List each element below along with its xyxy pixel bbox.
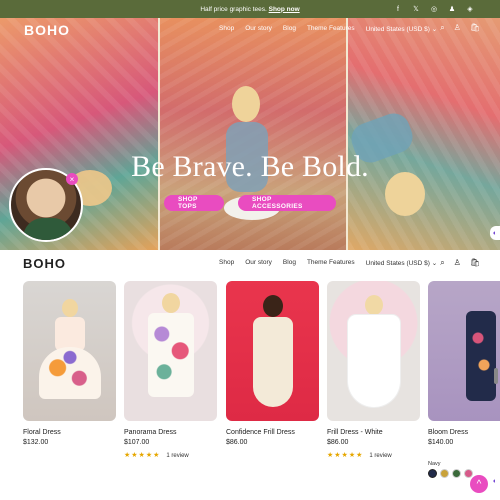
swatch-navy[interactable] bbox=[428, 469, 437, 478]
product-card[interactable]: Confidence Frill Dress $86.00 bbox=[226, 281, 319, 446]
nav-our-story[interactable]: Our story bbox=[245, 25, 272, 33]
star-rating: ★★★★★ bbox=[124, 452, 161, 459]
scrollbar[interactable] bbox=[494, 368, 498, 384]
product-price: $140.00 bbox=[428, 439, 454, 446]
model-dress bbox=[38, 347, 101, 399]
tiktok-icon[interactable]: ◈ bbox=[466, 5, 474, 13]
product-name[interactable]: Panorama Dress bbox=[124, 429, 177, 436]
x-icon[interactable]: 𝕏 bbox=[412, 5, 420, 13]
product-rating: ★★★★★ 1 review bbox=[124, 451, 189, 459]
star-rating: ★★★★★ bbox=[327, 452, 364, 459]
bubble-figure bbox=[23, 218, 73, 240]
nav-shop[interactable]: Shop bbox=[219, 259, 234, 267]
nav-theme-features[interactable]: Theme Features bbox=[307, 25, 355, 33]
chat-button[interactable]: ^ bbox=[470, 475, 488, 493]
review-count[interactable]: 1 review bbox=[369, 453, 391, 459]
logo[interactable]: BOHO bbox=[23, 256, 66, 271]
product-price: $86.00 bbox=[226, 439, 248, 446]
nav-blog[interactable]: Blog bbox=[283, 259, 296, 267]
review-count[interactable]: 1 review bbox=[166, 453, 188, 459]
model-dress bbox=[252, 317, 293, 407]
model-head bbox=[161, 293, 180, 313]
product-name[interactable]: Bloom Dress bbox=[428, 429, 468, 436]
close-icon[interactable]: × bbox=[66, 173, 78, 185]
product-card[interactable]: Frill Dress - White $86.00 ★★★★★ 1 review bbox=[327, 281, 420, 459]
currency-selector[interactable]: United States (USD $) ⌄ bbox=[366, 25, 438, 33]
header-tools: ⌕ ♙ 🛍 bbox=[440, 23, 480, 33]
model-dress bbox=[347, 315, 400, 407]
social-links: f 𝕏 ◎ ♟ ◈ bbox=[394, 0, 474, 18]
product-card[interactable]: Bloom Dress $140.00 Navy bbox=[428, 281, 500, 478]
header-tools: ⌕ ♙ 🛍 bbox=[440, 258, 480, 268]
side-widget-tab[interactable]: ◐ bbox=[490, 474, 500, 488]
color-swatches bbox=[428, 469, 473, 478]
snapchat-icon[interactable]: ♟ bbox=[448, 5, 456, 13]
product-carousel: Floral Dress $132.00 Panorama Dress $107… bbox=[23, 281, 500, 481]
nav-theme-features[interactable]: Theme Features bbox=[307, 259, 355, 267]
cart-icon[interactable]: 🛍 bbox=[470, 23, 480, 33]
product-image[interactable] bbox=[226, 281, 319, 421]
product-card[interactable]: Panorama Dress $107.00 ★★★★★ 1 review bbox=[124, 281, 217, 459]
account-icon[interactable]: ♙ bbox=[454, 23, 461, 33]
facebook-icon[interactable]: f bbox=[394, 6, 402, 13]
product-name[interactable]: Frill Dress - White bbox=[327, 429, 383, 436]
swatch-label: Navy bbox=[428, 461, 441, 467]
product-price: $132.00 bbox=[23, 439, 49, 446]
swatch[interactable] bbox=[452, 469, 461, 478]
search-icon[interactable]: ⌕ bbox=[440, 258, 444, 268]
currency-selector[interactable]: United States (USD $) ⌄ bbox=[366, 259, 438, 267]
model-head bbox=[262, 295, 283, 317]
main-nav: Shop Our story Blog Theme Features Unite… bbox=[219, 259, 437, 267]
shop-accessories-button[interactable]: SHOP ACCESSORIES bbox=[238, 195, 336, 211]
shop-tops-button[interactable]: SHOP TOPS bbox=[164, 195, 224, 211]
search-icon[interactable]: ⌕ bbox=[440, 23, 444, 33]
side-widget-tab[interactable]: ◐ bbox=[490, 226, 500, 240]
logo[interactable]: BOHO bbox=[24, 22, 70, 38]
product-image[interactable] bbox=[327, 281, 420, 421]
product-rating: ★★★★★ 1 review bbox=[327, 451, 392, 459]
model-head bbox=[61, 299, 78, 317]
header-transparent: BOHO Shop Our story Blog Theme Features … bbox=[0, 18, 500, 40]
product-price: $86.00 bbox=[327, 439, 349, 446]
product-image[interactable] bbox=[428, 281, 500, 421]
swatch[interactable] bbox=[440, 469, 449, 478]
announcement-text[interactable]: Half price graphic tees. Shop now bbox=[200, 6, 299, 13]
main-nav: Shop Our story Blog Theme Features Unite… bbox=[219, 25, 437, 33]
product-price: $107.00 bbox=[124, 439, 150, 446]
shop-now-link[interactable]: Shop now bbox=[269, 6, 300, 13]
product-image[interactable] bbox=[23, 281, 116, 421]
cart-icon[interactable]: 🛍 bbox=[470, 258, 480, 268]
nav-our-story[interactable]: Our story bbox=[245, 259, 272, 267]
model-dress bbox=[147, 313, 194, 397]
account-icon[interactable]: ♙ bbox=[454, 258, 461, 268]
model-dress bbox=[466, 311, 496, 401]
nav-blog[interactable]: Blog bbox=[283, 25, 296, 33]
product-name[interactable]: Confidence Frill Dress bbox=[226, 429, 295, 436]
model-top bbox=[54, 317, 85, 351]
model-head bbox=[364, 295, 383, 315]
announcement-bar: Half price graphic tees. Shop now f 𝕏 ◎ … bbox=[0, 0, 500, 18]
header-sticky: BOHO Shop Our story Blog Theme Features … bbox=[0, 250, 500, 276]
product-image[interactable] bbox=[124, 281, 217, 421]
instagram-icon[interactable]: ◎ bbox=[430, 5, 438, 13]
nav-shop[interactable]: Shop bbox=[219, 25, 234, 33]
product-card[interactable]: Floral Dress $132.00 bbox=[23, 281, 116, 446]
product-name[interactable]: Floral Dress bbox=[23, 429, 61, 436]
